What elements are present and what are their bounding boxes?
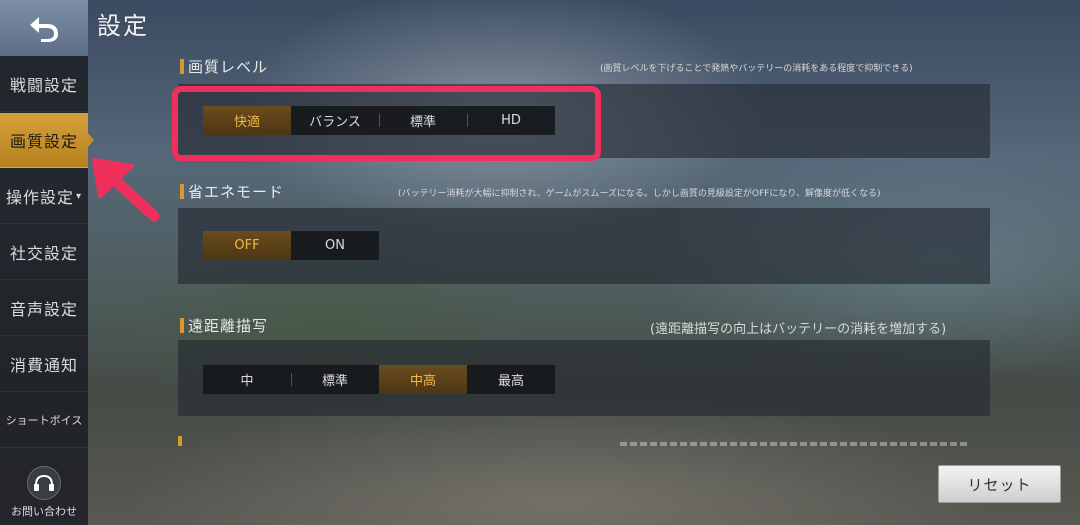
headset-icon xyxy=(27,466,61,500)
draw-distance-note: (遠距離描写の向上はバッテリーの消耗を増加する) xyxy=(650,322,947,337)
reset-button[interactable]: リセット xyxy=(938,465,1061,503)
power-saving-section-header: 省エネモード xyxy=(180,181,284,202)
quality-note: (画質レベルを下げることで発熱やバッテリーの消耗をある程度で抑制できる) xyxy=(600,64,913,74)
sidebar-item-battle[interactable]: 戦闘設定 xyxy=(0,57,88,112)
sidebar-item-label: ショートボイス xyxy=(5,414,83,427)
contact-label: お問い合わせ xyxy=(11,505,77,518)
section-accent-bar xyxy=(180,59,184,74)
power-saving-title: 省エネモード xyxy=(188,183,285,201)
draw-distance-option-medium-high[interactable]: 中高 xyxy=(379,365,467,394)
draw-distance-title: 遠距離描写 xyxy=(188,317,269,335)
next-section-note-cutoff xyxy=(620,442,970,446)
sidebar-item-label: 操作設定 xyxy=(5,188,74,207)
contact-button[interactable]: お問い合わせ xyxy=(0,460,88,525)
draw-distance-segmented-control: 中 標準 中高 最高 xyxy=(203,365,555,394)
power-saving-option-on[interactable]: ON xyxy=(291,231,379,260)
quality-section-header: 画質レベル xyxy=(180,56,268,77)
sidebar-item-graphics[interactable]: 画質設定 xyxy=(0,113,94,168)
sidebar-item-audio[interactable]: 音声設定 xyxy=(0,281,88,336)
draw-distance-option-standard[interactable]: 標準 xyxy=(291,365,379,394)
page-title: 設定 xyxy=(97,12,149,40)
power-saving-segmented-control: OFF ON xyxy=(203,231,379,260)
sidebar-item-label: 消費通知 xyxy=(9,356,78,375)
pointer-arrow-annotation xyxy=(92,158,160,222)
power-saving-option-off[interactable]: OFF xyxy=(203,231,291,260)
power-saving-note: (バッテリー消耗が大幅に抑制され、ゲームがスムーズになる。しかし画質の見級設定が… xyxy=(398,189,881,199)
section-accent-bar xyxy=(180,184,184,199)
sidebar-item-controls[interactable]: 操作設定 ▾ xyxy=(0,169,88,224)
sidebar-item-label: 戦闘設定 xyxy=(9,76,78,95)
back-arrow-icon xyxy=(30,17,58,42)
sidebar-item-label: 画質設定 xyxy=(9,132,78,151)
draw-distance-option-max[interactable]: 最高 xyxy=(467,365,555,394)
highlight-box-annotation xyxy=(172,86,601,161)
section-accent-bar xyxy=(180,318,184,333)
draw-distance-option-medium[interactable]: 中 xyxy=(203,365,291,394)
sidebar-item-social[interactable]: 社交設定 xyxy=(0,225,88,280)
back-button[interactable] xyxy=(0,0,88,56)
sidebar-item-label: 社交設定 xyxy=(9,244,78,263)
next-section-accent-bar xyxy=(178,436,182,446)
sidebar-item-notifications[interactable]: 消費通知 xyxy=(0,337,88,392)
draw-distance-section-header: 遠距離描写 xyxy=(180,315,268,336)
sidebar-item-short-voice[interactable]: ショートボイス xyxy=(0,393,88,448)
sidebar-item-label: 音声設定 xyxy=(9,300,78,319)
sidebar: 戦闘設定 画質設定 操作設定 ▾ 社交設定 音声設定 消費通知 ショートボイス … xyxy=(0,0,94,525)
quality-title: 画質レベル xyxy=(188,58,269,76)
chevron-down-icon: ▾ xyxy=(75,190,83,202)
